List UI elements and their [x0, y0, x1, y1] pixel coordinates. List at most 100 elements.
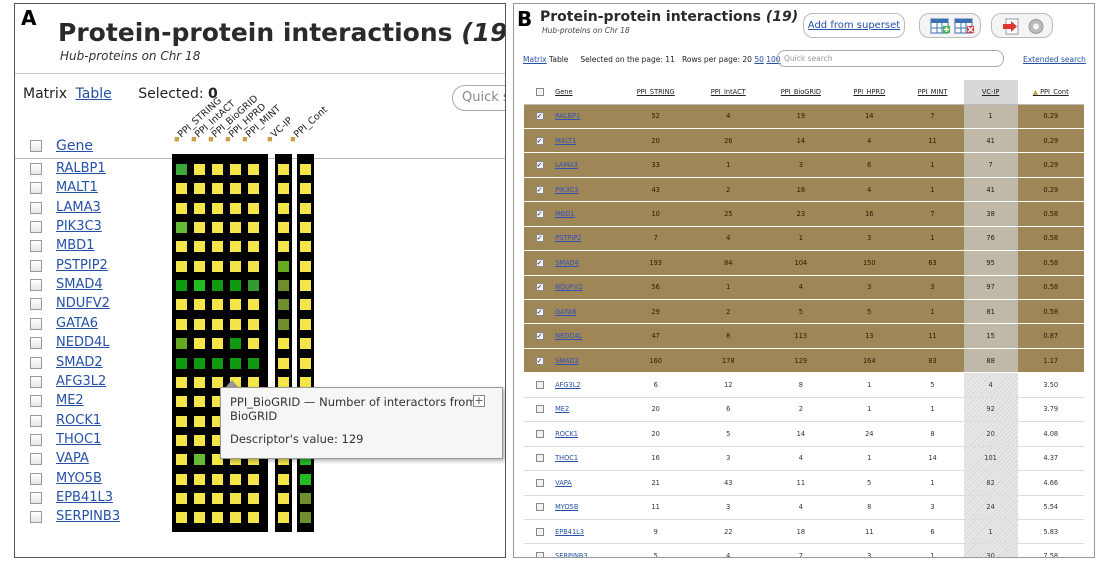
- matrix-cell[interactable]: [194, 454, 205, 466]
- gene-column-header[interactable]: Gene: [56, 138, 93, 154]
- matrix-cell[interactable]: [300, 280, 311, 292]
- table-row[interactable]: ✓ LAMA3 33 1 3 6 1 7 0.29: [524, 152, 1084, 178]
- row-checkbox[interactable]: ✓: [535, 307, 544, 316]
- gene-link[interactable]: ME2: [56, 393, 84, 408]
- matrix-cell[interactable]: [194, 434, 205, 446]
- table-row[interactable]: ✓ SMAD2 160 178 129 164 83 88 1.17: [524, 348, 1084, 374]
- gene-link[interactable]: RALBP1: [555, 112, 580, 120]
- table-row[interactable]: ME2 20 6 2 1 1 92 3.79: [524, 397, 1084, 423]
- matrix-cell[interactable]: [176, 299, 187, 311]
- gene-link[interactable]: ROCK1: [56, 413, 101, 428]
- row-checkbox[interactable]: ✓: [535, 283, 544, 292]
- matrix-cell[interactable]: [176, 512, 187, 524]
- matrix-cell[interactable]: [194, 318, 205, 330]
- matrix-cell[interactable]: [300, 183, 311, 195]
- gene-link[interactable]: PSTPIP2: [555, 234, 581, 242]
- row-checkbox[interactable]: [30, 375, 42, 388]
- matrix-cell[interactable]: [278, 260, 289, 272]
- matrix-cell[interactable]: [278, 492, 289, 504]
- table-row[interactable]: ✓ PIK3C3 43 2 18 4 1 41 0.29: [524, 177, 1084, 203]
- matrix-cell[interactable]: [278, 473, 289, 485]
- add-from-superset-button[interactable]: Add from superset: [803, 13, 905, 38]
- gene-link[interactable]: MBD1: [555, 210, 575, 218]
- row-checkbox[interactable]: [535, 527, 544, 536]
- matrix-cell[interactable]: [230, 183, 241, 195]
- row-checkbox[interactable]: [30, 201, 42, 214]
- col-header-ppi-string[interactable]: PPI_STRING: [619, 80, 692, 105]
- matrix-cell[interactable]: [212, 280, 223, 292]
- gene-link[interactable]: SMAD4: [56, 277, 103, 292]
- row-checkbox[interactable]: [535, 454, 544, 463]
- matrix-cell[interactable]: [212, 492, 223, 504]
- col-header-ppi-biogrid[interactable]: PPI_BioGRID: [764, 80, 838, 105]
- gene-link[interactable]: NDUFV2: [555, 283, 582, 291]
- matrix-cell[interactable]: [212, 260, 223, 272]
- row-checkbox[interactable]: ✓: [535, 161, 544, 170]
- matrix-cell[interactable]: [176, 280, 187, 292]
- gene-link[interactable]: ROCK1: [555, 430, 578, 438]
- matrix-cell[interactable]: [278, 241, 289, 253]
- row-checkbox[interactable]: [535, 503, 544, 512]
- gene-link[interactable]: NDUFV2: [56, 296, 110, 311]
- matrix-cell[interactable]: [194, 183, 205, 195]
- row-checkbox[interactable]: [30, 240, 42, 253]
- matrix-cell[interactable]: [212, 202, 223, 214]
- matrix-cell[interactable]: [300, 318, 311, 330]
- matrix-cell[interactable]: [176, 473, 187, 485]
- matrix-cell[interactable]: [300, 338, 311, 350]
- matrix-cell[interactable]: [176, 454, 187, 466]
- matrix-cell[interactable]: [248, 202, 259, 214]
- matrix-cell[interactable]: [194, 376, 205, 388]
- matrix-cell[interactable]: [212, 164, 223, 175]
- gene-link[interactable]: THOC1: [56, 432, 101, 447]
- matrix-cell[interactable]: [300, 512, 311, 524]
- expand-icon[interactable]: +: [473, 395, 485, 407]
- row-checkbox[interactable]: [30, 433, 42, 446]
- gene-link[interactable]: MALT1: [555, 137, 576, 145]
- select-all-checkbox[interactable]: [535, 87, 544, 96]
- matrix-cell[interactable]: [300, 222, 311, 234]
- matrix-cell[interactable]: [212, 512, 223, 524]
- table-row[interactable]: ✓ MALT1 20 26 14 4 11 41 0.29: [524, 128, 1084, 154]
- matrix-cell[interactable]: [212, 357, 223, 369]
- matrix-cell[interactable]: [176, 183, 187, 195]
- row-checkbox[interactable]: [30, 453, 42, 466]
- matrix-cell[interactable]: [230, 280, 241, 292]
- gene-link[interactable]: GATA6: [555, 308, 576, 316]
- matrix-cell[interactable]: [230, 299, 241, 311]
- row-checkbox[interactable]: [535, 478, 544, 487]
- gene-link[interactable]: LAMA3: [555, 161, 578, 169]
- matrix-cell[interactable]: [194, 415, 205, 427]
- row-checkbox[interactable]: [30, 414, 42, 427]
- row-checkbox[interactable]: [535, 552, 544, 557]
- row-checkbox[interactable]: ✓: [535, 185, 544, 194]
- matrix-cell[interactable]: [248, 473, 259, 485]
- row-checkbox[interactable]: ✓: [535, 136, 544, 145]
- table-row[interactable]: SERPINB3 5 4 7 3 1 30 7.58: [524, 543, 1084, 557]
- table-row[interactable]: ✓ PSTPIP2 7 4 1 3 1 76 0.58: [524, 226, 1084, 252]
- gene-link[interactable]: SMAD2: [555, 357, 579, 365]
- matrix-cell[interactable]: [176, 222, 187, 234]
- matrix-cell[interactable]: [278, 222, 289, 234]
- gene-link[interactable]: ME2: [555, 405, 569, 413]
- matrix-cell[interactable]: [230, 338, 241, 350]
- gene-link[interactable]: THOC1: [555, 454, 578, 462]
- gene-link[interactable]: EPB41L3: [555, 528, 584, 536]
- row-checkbox[interactable]: ✓: [535, 112, 544, 121]
- matrix-cell[interactable]: [230, 241, 241, 253]
- gene-link[interactable]: RALBP1: [56, 161, 106, 176]
- matrix-cell[interactable]: [176, 415, 187, 427]
- table-row[interactable]: ✓ NEDD4L 47 8 113 13 11 15 0.87: [524, 323, 1084, 349]
- matrix-cell[interactable]: [212, 318, 223, 330]
- matrix-cell[interactable]: [176, 164, 187, 175]
- row-checkbox[interactable]: [30, 491, 42, 504]
- matrix-cell[interactable]: [194, 338, 205, 350]
- matrix-cell[interactable]: [194, 222, 205, 234]
- gear-icon[interactable]: [1028, 19, 1044, 34]
- matrix-cell[interactable]: [176, 396, 187, 408]
- matrix-cell[interactable]: [230, 357, 241, 369]
- gene-link[interactable]: MBD1: [56, 238, 94, 253]
- gene-link[interactable]: NEDD4L: [555, 332, 582, 340]
- matrix-cell[interactable]: [194, 299, 205, 311]
- matrix-cell[interactable]: [248, 512, 259, 524]
